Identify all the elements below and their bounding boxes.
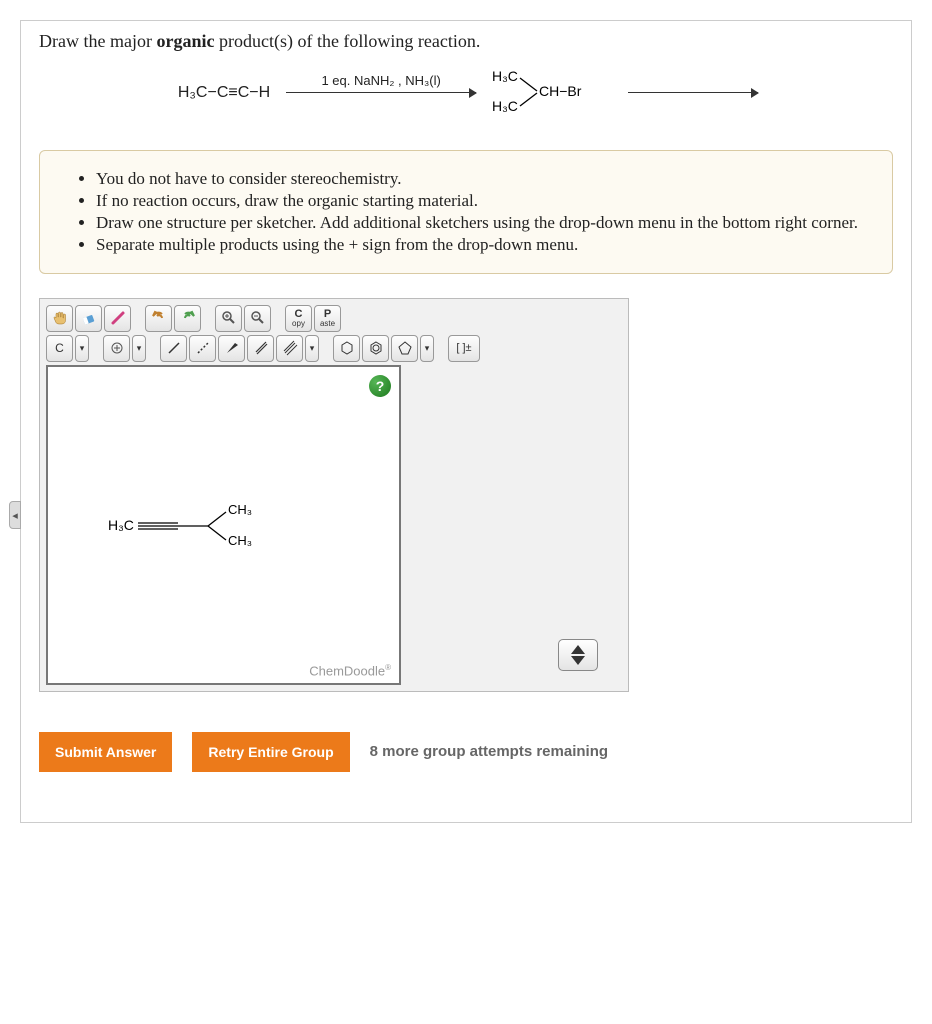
double-bond-icon[interactable] [247, 335, 274, 362]
redo-icon[interactable] [174, 305, 201, 332]
cyclopentane-icon[interactable] [391, 335, 418, 362]
paste-button[interactable]: P aste [314, 305, 341, 332]
instructions-box: You do not have to consider stereochemis… [39, 150, 893, 274]
help-icon[interactable]: ? [369, 375, 391, 397]
triple-bond-icon[interactable] [276, 335, 303, 362]
reaction-arrow-2 [628, 92, 758, 93]
mol2-right: CH−Br [539, 83, 582, 99]
lasso-tool-icon[interactable] [104, 305, 131, 332]
spinner-down-icon[interactable] [571, 656, 585, 665]
benzene-icon[interactable] [362, 335, 389, 362]
instruction-item: Draw one structure per sketcher. Add add… [96, 213, 870, 233]
bond-dropdown-icon[interactable]: ▾ [305, 335, 319, 362]
drawn-structure: H₃C CH₃ CH₃ [108, 497, 278, 560]
copy-button[interactable]: C opy [285, 305, 312, 332]
bracket-charge-button[interactable]: [ ]± [448, 335, 480, 362]
prompt-prefix: Draw the major [39, 31, 156, 51]
reagent-2-structure: H₃C H₃C CH−Br [492, 66, 612, 120]
cyclohexane-icon[interactable] [333, 335, 360, 362]
sketcher-canvas[interactable]: ? H₃C CH₃ CH₃ ChemDoodle [46, 365, 401, 685]
zoom-out-icon[interactable] [244, 305, 271, 332]
starting-material: H₃C−C≡C−H [178, 84, 270, 102]
mol2-top-left: H₃C [492, 68, 518, 84]
add-sketcher-spinner[interactable] [558, 639, 598, 671]
spinner-up-icon[interactable] [571, 645, 585, 654]
ring-dropdown-icon[interactable]: ▾ [420, 335, 434, 362]
undo-icon[interactable] [145, 305, 172, 332]
question-prompt: Draw the major organic product(s) of the… [39, 31, 893, 52]
sketcher-panel: C opy P aste C ▾ ▾ [39, 298, 629, 692]
prompt-bold: organic [156, 31, 214, 51]
retry-button[interactable]: Retry Entire Group [192, 732, 349, 772]
zoom-in-icon[interactable] [215, 305, 242, 332]
paste-label-bot: aste [320, 320, 335, 328]
toolbar-row-1: C opy P aste [46, 305, 622, 332]
reaction-arrow-1: 1 eq. NaNH₂ , NH₃(l) [286, 92, 476, 93]
dashed-bond-icon[interactable] [189, 335, 216, 362]
prompt-suffix: product(s) of the following reaction. [214, 31, 480, 51]
charge-plus-icon[interactable] [103, 335, 130, 362]
mol2-bot-left: H₃C [492, 98, 518, 114]
chemdoodle-brand: ChemDoodle® [309, 663, 391, 678]
attempts-remaining: 8 more group attempts remaining [370, 743, 608, 760]
brand-sup: ® [385, 663, 391, 672]
eraser-tool-icon[interactable] [75, 305, 102, 332]
instruction-item: If no reaction occurs, draw the organic … [96, 191, 870, 211]
wedge-bond-icon[interactable] [218, 335, 245, 362]
copy-label-bot: opy [292, 320, 305, 328]
brand-text: ChemDoodle [309, 664, 385, 679]
reagent-1-label: 1 eq. NaNH₂ , NH₃(l) [286, 73, 476, 88]
reaction-scheme: H₃C−C≡C−H 1 eq. NaNH₂ , NH₃(l) H₃C H₃C C… [39, 66, 893, 120]
bottom-bar: Submit Answer Retry Entire Group 8 more … [39, 732, 893, 772]
atom-dropdown-icon[interactable]: ▾ [75, 335, 89, 362]
atom-c-button[interactable]: C [46, 335, 73, 362]
drawn-bot-label: CH₃ [228, 533, 252, 548]
hand-tool-icon[interactable] [46, 305, 73, 332]
submit-button[interactable]: Submit Answer [39, 732, 172, 772]
instruction-item: You do not have to consider stereochemis… [96, 169, 870, 189]
drawn-top-label: CH₃ [228, 502, 252, 517]
instruction-item: Separate multiple products using the + s… [96, 235, 870, 255]
side-collapse-tab[interactable]: ◂ [9, 501, 21, 529]
drawn-left-label: H₃C [108, 517, 134, 533]
charge-dropdown-icon[interactable]: ▾ [132, 335, 146, 362]
single-bond-icon[interactable] [160, 335, 187, 362]
toolbar-row-2: C ▾ ▾ ▾ [46, 335, 622, 362]
